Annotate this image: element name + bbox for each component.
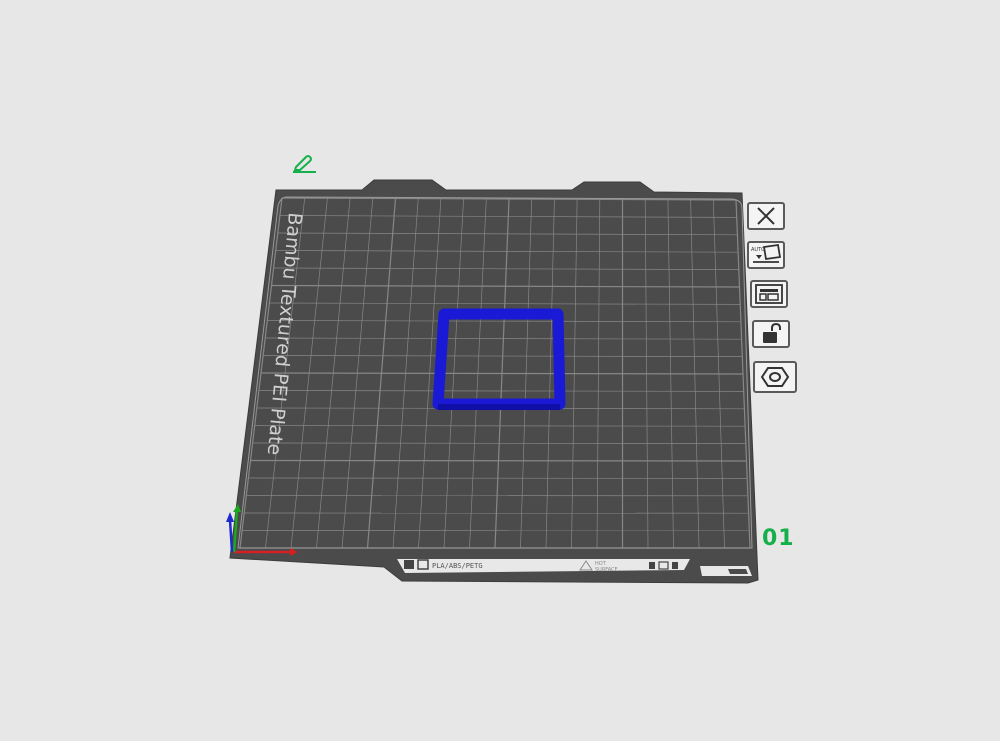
plate-number-label[interactable]: 01: [762, 526, 795, 551]
bin-icon: [649, 562, 655, 569]
close-icon: [755, 207, 777, 225]
close-plate-button[interactable]: [747, 202, 785, 230]
auto-orient-button[interactable]: AUTO: [747, 241, 785, 269]
build-plate[interactable]: [229, 179, 759, 584]
build-plate-scene[interactable]: Bambu Textured PEI Plate PLA/ABS/PETG HO…: [0, 0, 1000, 741]
bin-icon-2: [672, 562, 678, 569]
svg-text:AUTO: AUTO: [751, 247, 765, 253]
arrange-icon: [754, 283, 784, 305]
material-label: PLA/ABS/PETG: [432, 562, 483, 570]
3d-viewport[interactable]: Bambu Textured PEI Plate PLA/ABS/PETG HO…: [0, 0, 1000, 741]
arrange-button[interactable]: [750, 280, 788, 308]
plate-settings-icon: [760, 365, 790, 389]
lock-icon: [760, 323, 782, 345]
lock-plate-button[interactable]: [752, 320, 790, 348]
auto-orient-icon: AUTO: [750, 244, 782, 266]
plate-type-icon: [404, 560, 414, 569]
plate-settings-button[interactable]: [753, 361, 797, 393]
grid-line: [250, 459, 747, 462]
hot-surface-label-2: SURFACE: [595, 567, 618, 573]
edit-plate-name-icon[interactable]: [292, 153, 318, 173]
